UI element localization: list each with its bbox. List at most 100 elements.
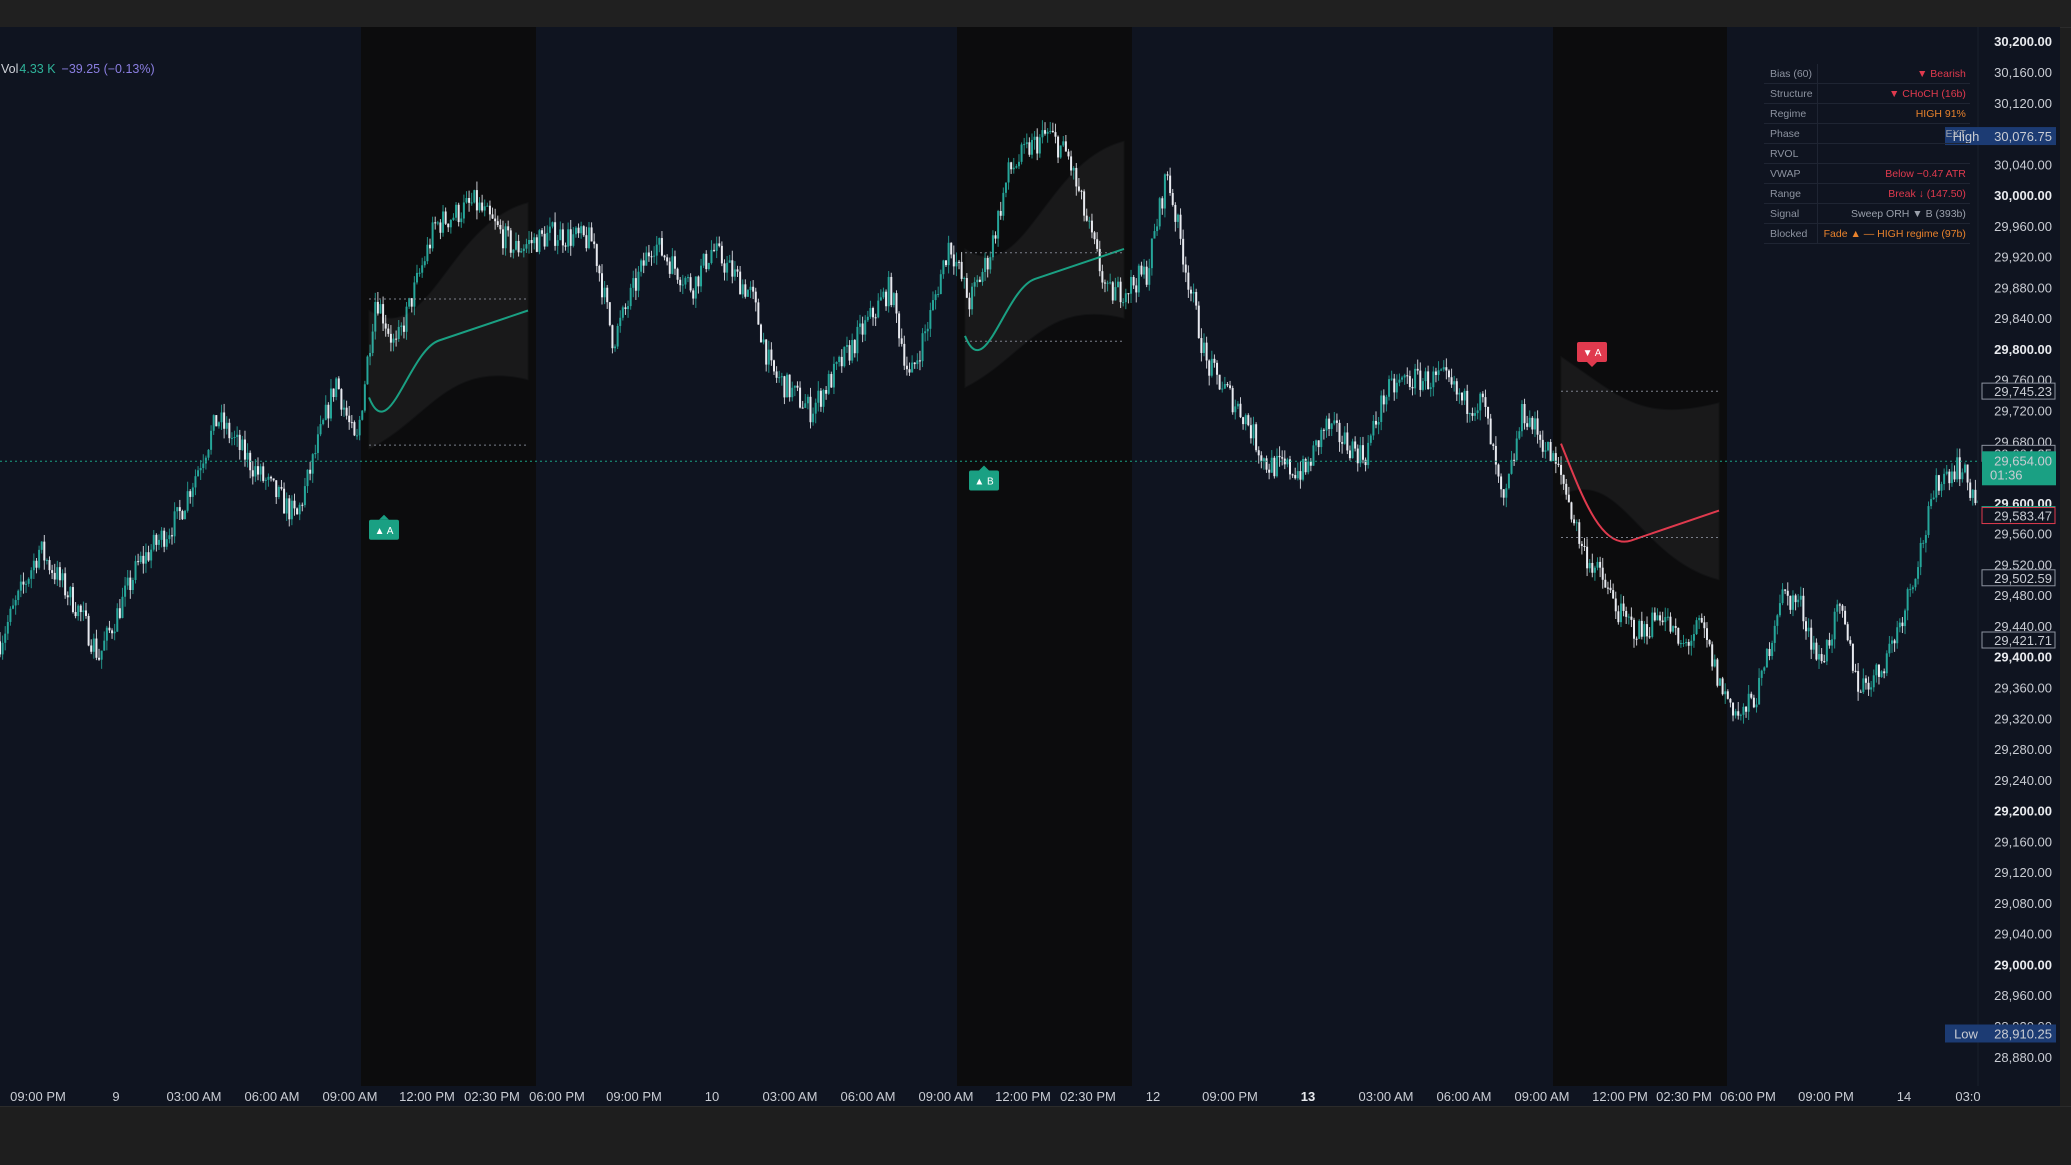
candle (1184, 264, 1187, 273)
candle (1054, 132, 1057, 137)
candle (0, 641, 1, 655)
candle (929, 310, 932, 329)
candle (958, 261, 961, 263)
candle (40, 541, 43, 550)
candle (48, 560, 51, 571)
candle (1489, 418, 1492, 445)
candle (804, 403, 807, 408)
chart-canvas[interactable]: ▲ A ▲ B ▼ A 30,200.00 30,160.00 30,120.00 30,0… (0, 27, 2060, 1106)
candle (475, 190, 478, 211)
candle (1242, 417, 1245, 425)
candle (1653, 612, 1656, 621)
candle (1859, 691, 1862, 693)
candle (694, 276, 697, 299)
candle (1604, 579, 1607, 588)
candle (1270, 457, 1273, 473)
candle (1437, 370, 1440, 375)
candle (702, 253, 705, 266)
candle (356, 435, 359, 437)
candle (298, 504, 301, 515)
candle (637, 271, 640, 291)
candle (1896, 627, 1899, 644)
candle (1518, 431, 1521, 439)
candle (859, 323, 861, 327)
candle (66, 595, 69, 598)
info-row: Range Break ↓ (147.50) (1764, 183, 1970, 204)
candle (1434, 371, 1437, 375)
candle (1726, 691, 1729, 699)
candle (1330, 423, 1333, 429)
candle (1948, 471, 1951, 484)
candle (1, 642, 4, 655)
candle (1260, 455, 1263, 462)
time-tick-label: 12 (1146, 1089, 1160, 1104)
candle (1132, 276, 1135, 286)
candle (1474, 413, 1477, 416)
candle (1588, 562, 1591, 569)
candle (1596, 561, 1599, 568)
info-value: EXT (1817, 123, 1970, 144)
candle (4, 633, 7, 643)
candle (1278, 455, 1281, 458)
candle (1622, 603, 1625, 611)
candle (455, 204, 458, 218)
candle (444, 211, 447, 224)
candle (1182, 238, 1185, 265)
candle (233, 436, 236, 438)
candle (921, 333, 924, 362)
candle (1961, 472, 1964, 480)
candle (1328, 418, 1331, 429)
candle (251, 470, 254, 477)
candle (1781, 589, 1784, 604)
info-value: Fade ▲ — HIGH regime (97b) (1817, 223, 1970, 244)
candle (913, 362, 916, 365)
candle (856, 326, 859, 354)
candle (1823, 661, 1826, 663)
candle (1414, 368, 1417, 389)
candle (1445, 367, 1448, 371)
info-row: Bias (60) ▼ Bearish (1764, 64, 1970, 84)
candle (1072, 167, 1075, 171)
candle (1737, 711, 1740, 716)
candle (1137, 265, 1140, 293)
candle (1442, 367, 1445, 370)
candle (733, 269, 736, 277)
candle (103, 640, 106, 651)
price-tick-label: 29,360.00 (1994, 680, 2052, 695)
candle (1364, 459, 1367, 466)
candle (1682, 643, 1685, 645)
price-chart[interactable]: ▲ A ▲ B ▼ A 30,200.00 30,160.00 30,120.00 30,0… (0, 27, 2060, 1106)
candle (1573, 519, 1576, 524)
candle (1919, 542, 1922, 568)
candle (872, 308, 875, 318)
candle (1640, 620, 1643, 637)
candle (436, 222, 439, 224)
candle (1341, 442, 1344, 444)
candle (1252, 424, 1255, 439)
candle (676, 268, 679, 280)
time-tick-label: 03:00 AM (763, 1089, 818, 1104)
candle (131, 580, 134, 591)
candle (1940, 484, 1943, 491)
time-tick-label: 02:30 PM (464, 1089, 520, 1104)
candle (147, 552, 150, 561)
signal-label: ▲ B (974, 477, 994, 488)
candle (1838, 604, 1841, 606)
candle (1476, 410, 1479, 414)
info-value: ▼ CHoCH (16b) (1817, 83, 1970, 104)
candle (69, 587, 72, 598)
candle (911, 362, 914, 373)
candle (350, 422, 353, 424)
candle (817, 390, 820, 403)
candle (322, 419, 325, 425)
candle (426, 244, 429, 262)
candle (746, 290, 749, 297)
candle (1421, 381, 1424, 390)
candle (773, 360, 775, 372)
candle (173, 511, 176, 537)
time-tick-label: 06:00 AM (1437, 1089, 1492, 1104)
high-value: 30,076.75 (1994, 129, 2052, 144)
candle (1885, 653, 1888, 674)
candle (17, 590, 20, 601)
candle (1567, 494, 1570, 503)
